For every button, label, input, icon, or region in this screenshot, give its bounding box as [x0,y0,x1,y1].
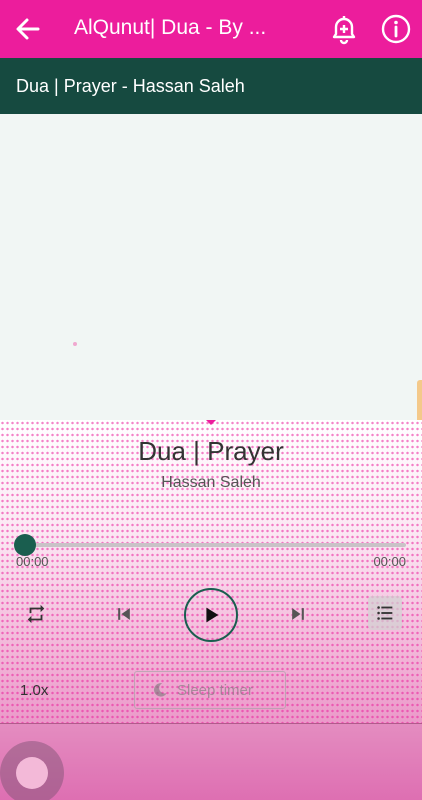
sleep-timer-button[interactable]: Sleep timer [134,671,286,709]
floating-action-button[interactable] [0,741,64,800]
total-duration: 00:00 [373,554,406,569]
track-title: Dua | Prayer [138,436,284,466]
queue-list-icon[interactable] [368,596,402,630]
now-playing-title: Dua | Prayer - Hassan Saleh [16,76,245,96]
app-title: AlQunut| Dua - By ... [74,16,267,39]
seek-bar[interactable] [14,534,406,556]
visualizer-marker [206,420,216,425]
album-art-area [0,114,422,420]
moon-icon [151,681,169,699]
now-playing-bar: Dua | Prayer - Hassan Saleh [0,58,422,114]
floating-button-core [16,757,48,789]
visualizer-dot [73,342,77,346]
info-icon[interactable] [378,11,414,47]
back-arrow-icon[interactable] [10,11,46,47]
previous-icon[interactable] [110,600,138,628]
player-panel: Dua | Prayer Hassan Saleh 00:00 00:00 1.… [0,420,422,800]
repeat-icon[interactable] [22,600,50,628]
playback-speed-button[interactable]: 1.0x [20,682,48,699]
add-alarm-bell-icon[interactable] [326,11,362,47]
sleep-timer-label: Sleep timer [177,681,253,699]
app-bar: AlQunut| Dua - By ... [0,0,422,58]
bottom-panel [0,724,422,800]
next-icon[interactable] [284,600,312,628]
track-artist: Hassan Saleh [161,474,261,491]
current-time: 00:00 [16,554,49,569]
seek-track [16,543,406,547]
seek-thumb[interactable] [14,534,36,556]
play-icon[interactable] [184,588,238,642]
